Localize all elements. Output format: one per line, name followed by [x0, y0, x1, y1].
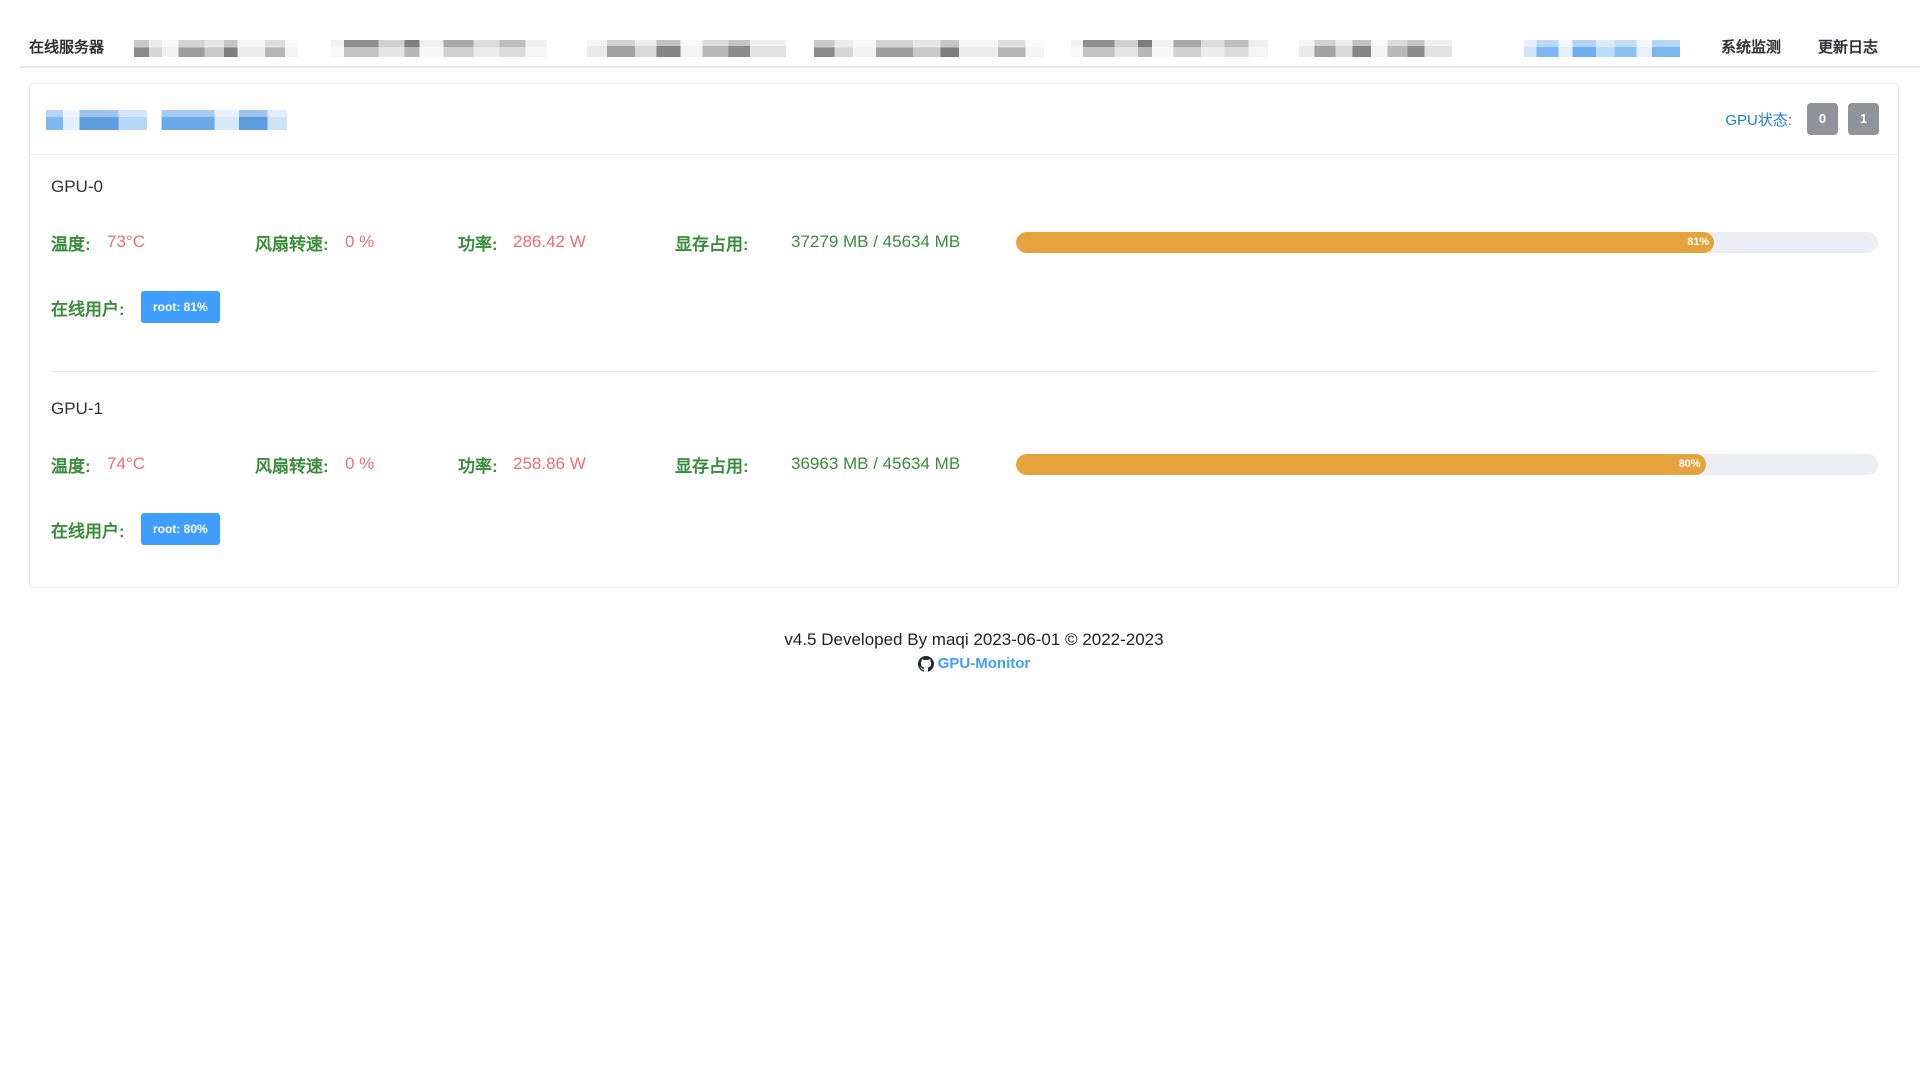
footer-credit: v4.5 Developed By maqi 2023-06-01 © 2022… [784, 630, 1164, 649]
online-users-row: 在线用户: root: 81% [51, 291, 220, 323]
temperature-stat: 温度: 73°C [51, 230, 255, 254]
gpu-title: GPU-0 [51, 177, 103, 196]
temperature-label: 温度: [51, 234, 91, 254]
server-tab-redacted[interactable] [331, 40, 547, 57]
gpu-status-group: GPU状态: 0 1 [1725, 103, 1879, 135]
top-nav: 在线服务器 系统监测 更新日志 [0, 0, 1920, 68]
memory-progress-fill: 80% [1016, 453, 1706, 475]
online-users-label: 在线用户: [51, 299, 125, 319]
tab-changelog[interactable]: 更新日志 [1818, 38, 1878, 58]
gpu-status-label: GPU状态: [1725, 111, 1792, 129]
fan-speed-stat: 风扇转速: 0 % [255, 230, 458, 254]
server-tab-redacted[interactable] [814, 40, 1044, 57]
gpu-stats-row: 温度: 73°C 风扇转速: 0 % 功率: 286.42 W 显存占用: 37… [51, 230, 1878, 254]
fan-speed-value: 0 % [345, 232, 375, 251]
fan-speed-label: 风扇转速: [255, 234, 329, 254]
gpu-title: GPU-1 [51, 399, 103, 418]
temperature-value: 73°C [107, 232, 145, 251]
power-stat: 功率: 286.42 W [458, 230, 675, 254]
temperature-value: 74°C [107, 454, 145, 473]
nav-divider [20, 66, 1920, 68]
power-label: 功率: [458, 456, 498, 476]
server-tab-redacted[interactable] [1071, 40, 1268, 57]
online-users-label: 在线用户: [51, 521, 125, 541]
memory-stat: 显存占用: 37279 MB / 45634 MB [675, 230, 1016, 254]
footer: v4.5 Developed By maqi 2023-06-01 © 2022… [29, 629, 1919, 674]
memory-progress-bar: 80% [1016, 453, 1878, 475]
repo-link-text: GPU-Monitor [937, 655, 1031, 672]
temperature-stat: 温度: 74°C [51, 452, 255, 476]
power-value: 258.86 W [513, 454, 586, 473]
power-label: 功率: [458, 234, 498, 254]
gpu-section: GPU-1 温度: 74°C 风扇转速: 0 % 功率: 258.86 W 显存… [51, 399, 1878, 549]
online-users-row: 在线用户: root: 80% [51, 513, 220, 545]
gpu-divider [51, 371, 1878, 372]
memory-progress-fill: 81% [1016, 231, 1715, 253]
user-badge: root: 80% [141, 513, 220, 545]
gpu-1-button[interactable]: 1 [1848, 103, 1879, 135]
online-servers-label: 在线服务器 [29, 39, 105, 56]
server-title-redacted [46, 110, 287, 130]
temperature-label: 温度: [51, 456, 91, 476]
repo-link[interactable]: GPU-Monitor [917, 654, 1031, 674]
server-tab-redacted[interactable] [587, 40, 786, 57]
power-value: 286.42 W [513, 232, 586, 251]
server-card: GPU状态: 0 1 GPU-0 温度: 73°C 风扇转速: 0 % 功率: … [29, 83, 1899, 588]
user-badge: root: 81% [141, 291, 220, 323]
server-tab-active-redacted[interactable] [1524, 40, 1680, 57]
fan-speed-stat: 风扇转速: 0 % [255, 452, 458, 476]
memory-progress-text: 80% [1678, 458, 1701, 470]
fan-speed-value: 0 % [345, 454, 375, 473]
power-stat: 功率: 258.86 W [458, 452, 675, 476]
memory-stat: 显存占用: 36963 MB / 45634 MB [675, 452, 1016, 476]
tab-system-monitor[interactable]: 系统监测 [1721, 38, 1781, 58]
memory-progress-bar: 81% [1016, 231, 1878, 253]
server-tab-redacted[interactable] [1299, 40, 1452, 57]
memory-value: 37279 MB / 45634 MB [791, 232, 961, 251]
github-icon [917, 656, 934, 672]
server-card-header: GPU状态: 0 1 [30, 84, 1898, 155]
memory-value: 36963 MB / 45634 MB [791, 454, 961, 473]
footer-link-row: GPU-Monitor [29, 654, 1919, 674]
memory-progress-text: 81% [1687, 236, 1710, 248]
gpu-stats-row: 温度: 74°C 风扇转速: 0 % 功率: 258.86 W 显存占用: 36… [51, 452, 1878, 476]
server-tab-redacted[interactable] [134, 40, 298, 57]
fan-speed-label: 风扇转速: [255, 456, 329, 476]
memory-label: 显存占用: [675, 234, 749, 254]
gpu-0-button[interactable]: 0 [1807, 103, 1838, 135]
memory-label: 显存占用: [675, 456, 749, 476]
gpu-section: GPU-0 温度: 73°C 风扇转速: 0 % 功率: 286.42 W 显存… [51, 177, 1878, 327]
